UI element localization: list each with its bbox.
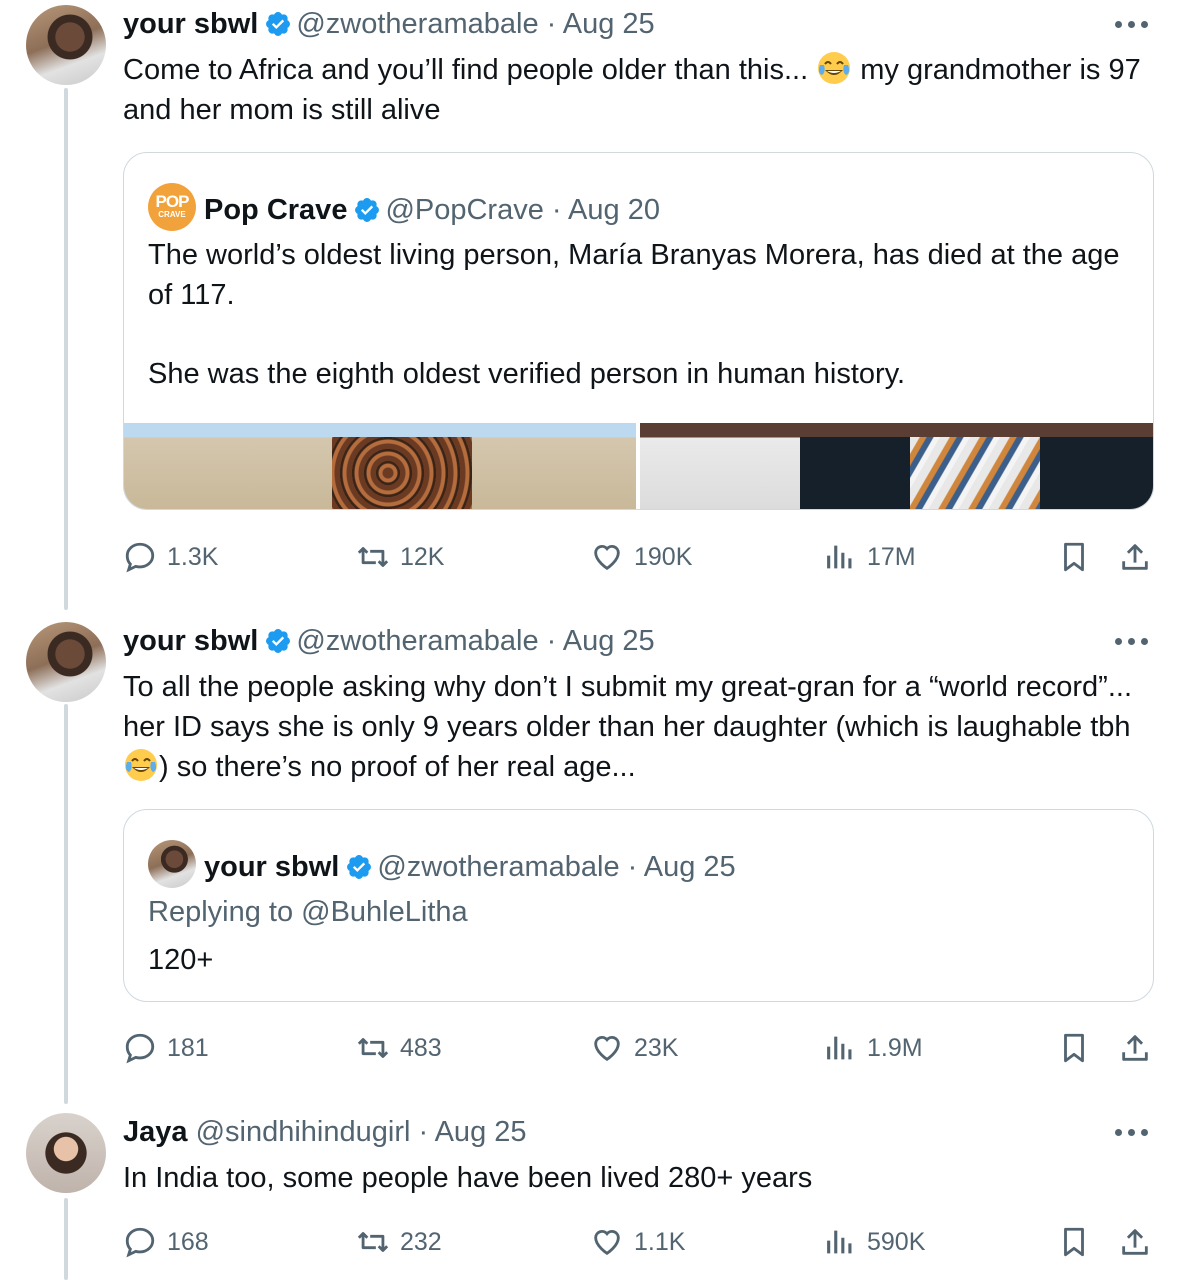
- bookmark-icon[interactable]: [1057, 1225, 1091, 1259]
- quoted-author-name[interactable]: Pop Crave: [204, 194, 347, 226]
- verified-badge-icon: [266, 12, 291, 36]
- quoted-tweet-date[interactable]: Aug 25: [644, 851, 736, 883]
- replying-to: Replying to @BuhleLitha: [148, 896, 468, 928]
- reply-icon: [125, 1033, 155, 1064]
- like-button[interactable]: 23K: [590, 1028, 678, 1068]
- author-handle[interactable]: @zwotheramabale: [296, 8, 538, 40]
- reply-icon: [125, 542, 155, 573]
- action-bar: 1.3K 12K 190K 17M: [0, 537, 1179, 577]
- tweet[interactable]: your sbwl @zwotheramabale · Aug 25 To all…: [0, 617, 1179, 1087]
- author-name[interactable]: your sbwl: [123, 625, 258, 657]
- heart-icon: [594, 1036, 620, 1062]
- repost-icon: [357, 1038, 389, 1058]
- repost-button[interactable]: 232: [356, 1222, 442, 1262]
- views-count: 17M: [867, 542, 916, 571]
- like-count: 23K: [634, 1033, 679, 1062]
- views-button[interactable]: 17M: [823, 537, 916, 577]
- views-count: 1.9M: [867, 1033, 923, 1062]
- views-button[interactable]: 1.9M: [823, 1028, 923, 1068]
- tears-of-joy-emoji-icon: [818, 52, 851, 84]
- like-count: 190K: [634, 542, 693, 571]
- tweet-header: Jaya @sindhihindugirl · Aug 25: [123, 1116, 527, 1148]
- avatar[interactable]: [26, 1113, 106, 1193]
- quoted-tweet[interactable]: POP CRAVE Pop Crave @PopCrave · Aug 20 The …: [123, 152, 1154, 510]
- more-options-icon[interactable]: [1115, 1129, 1149, 1139]
- author-name[interactable]: Jaya: [123, 1116, 188, 1148]
- quoted-tweet-text: 120+: [148, 944, 214, 976]
- reply-count: 1.3K: [167, 542, 219, 571]
- reply-button[interactable]: 181: [123, 1028, 209, 1068]
- reply-count: 168: [167, 1227, 209, 1256]
- more-options-icon[interactable]: [1115, 21, 1149, 31]
- verified-badge-icon: [347, 855, 372, 879]
- reply-count: 181: [167, 1033, 209, 1062]
- author-name[interactable]: your sbwl: [123, 8, 258, 40]
- tweet-date[interactable]: Aug 25: [563, 8, 655, 40]
- tweet-text: In India too, some people have been live…: [123, 1162, 813, 1194]
- quoted-tweet-text: She was the eighth oldest verified perso…: [148, 358, 906, 390]
- tweet[interactable]: Jaya @sindhihindugirl · Aug 25 In India …: [0, 1108, 1179, 1280]
- tweet-text: To all the people asking why don’t I sub…: [123, 671, 1133, 783]
- verified-badge-icon: [266, 629, 291, 653]
- action-bar: 181 483 23K 1.9M: [0, 1028, 1179, 1068]
- repost-button[interactable]: 483: [356, 1028, 442, 1068]
- share-icon[interactable]: [1118, 540, 1152, 574]
- heart-icon: [594, 1230, 620, 1256]
- views-chart-icon: [827, 1230, 852, 1254]
- quoted-tweet-header: POP CRAVE Pop Crave @PopCrave · Aug 20: [148, 183, 660, 231]
- tweet-date[interactable]: Aug 25: [435, 1116, 527, 1148]
- author-handle[interactable]: @zwotheramabale: [296, 625, 538, 657]
- media-grid: [124, 423, 1153, 509]
- tweet-text: Come to Africa and you’ll find people ol…: [123, 50, 1153, 130]
- repost-button[interactable]: 12K: [356, 537, 444, 577]
- avatar[interactable]: [26, 5, 106, 85]
- repost-icon: [357, 1232, 389, 1252]
- bookmark-icon[interactable]: [1057, 1031, 1091, 1065]
- bookmark-icon[interactable]: [1057, 540, 1091, 574]
- quoted-tweet-date[interactable]: Aug 20: [568, 194, 660, 226]
- views-chart-icon: [827, 1036, 852, 1060]
- like-button[interactable]: 190K: [590, 537, 692, 577]
- verified-badge-icon: [355, 198, 380, 222]
- action-bar: 168 232 1.1K 590K: [0, 1222, 1179, 1262]
- tweet-date[interactable]: Aug 25: [563, 625, 655, 657]
- quoted-author-handle[interactable]: @PopCrave: [385, 194, 543, 226]
- share-icon[interactable]: [1118, 1031, 1152, 1065]
- quoted-tweet-text: The world’s oldest living person, María …: [148, 239, 1120, 311]
- views-count: 590K: [867, 1227, 926, 1256]
- pop-crave-logo[interactable]: POP CRAVE: [148, 183, 196, 231]
- more-options-icon[interactable]: [1115, 638, 1149, 648]
- like-count: 1.1K: [634, 1227, 686, 1256]
- quoted-author-handle[interactable]: @zwotheramabale: [377, 851, 619, 883]
- share-icon[interactable]: [1118, 1225, 1152, 1259]
- views-chart-icon: [827, 545, 852, 569]
- tweet-header: your sbwl @zwotheramabale · Aug 25: [123, 8, 655, 40]
- reply-button[interactable]: 168: [123, 1222, 209, 1262]
- tweet-header: your sbwl @zwotheramabale · Aug 25: [123, 625, 655, 657]
- repost-count: 232: [400, 1227, 442, 1256]
- avatar[interactable]: [26, 622, 106, 702]
- reply-button[interactable]: 1.3K: [123, 537, 218, 577]
- tweet[interactable]: your sbwl @zwotheramabale · Aug 25 Come t…: [0, 0, 1179, 600]
- media-image-1[interactable]: [124, 423, 636, 509]
- quoted-tweet-header: your sbwl @zwotheramabale · Aug 25: [148, 840, 736, 888]
- heart-icon: [594, 545, 620, 571]
- repost-count: 12K: [400, 542, 445, 571]
- quoted-author-name[interactable]: your sbwl: [204, 851, 339, 883]
- quoted-tweet[interactable]: your sbwl @zwotheramabale · Aug 25 Replyi…: [123, 809, 1154, 1002]
- views-button[interactable]: 590K: [823, 1222, 925, 1262]
- author-handle[interactable]: @sindhihindugirl: [196, 1116, 411, 1148]
- tears-of-joy-emoji-icon: [125, 749, 157, 781]
- like-button[interactable]: 1.1K: [590, 1222, 685, 1262]
- media-image-2[interactable]: [640, 423, 1153, 509]
- reply-icon: [125, 1227, 155, 1258]
- quoted-avatar[interactable]: [148, 840, 196, 888]
- repost-icon: [357, 547, 389, 567]
- repost-count: 483: [400, 1033, 442, 1062]
